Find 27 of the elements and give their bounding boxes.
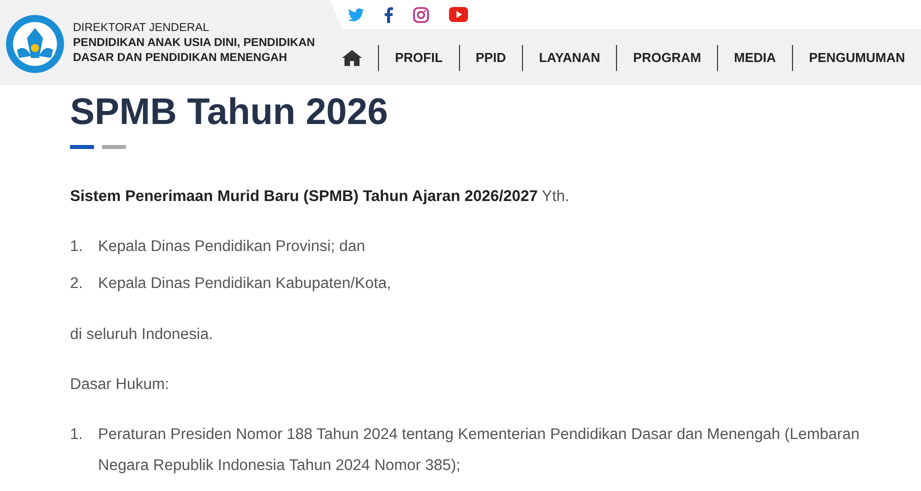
emblem-logo[interactable] [5, 14, 65, 74]
org-name: DIREKTORAT JENDERAL [73, 21, 210, 36]
list-number: 1. [70, 237, 84, 257]
accent-bar [102, 145, 126, 149]
nav-link[interactable]: PPID [458, 45, 522, 71]
paragraph: di seluruh Indonesia. [70, 325, 214, 345]
instagram-icon[interactable] [412, 6, 429, 22]
list-item-text: Kepala Dinas Pendidikan Kabupaten/Kota, [98, 274, 391, 294]
nav-link[interactable]: PROFIL [378, 45, 459, 71]
list-item-text: Kepala Dinas Pendidikan Provinsi; dan [98, 237, 366, 257]
nav-link[interactable]: PENGUMUMAN [792, 45, 921, 71]
home-icon [342, 50, 362, 66]
org-name: DASAR DAN PENDIDIKAN MENENGAH [73, 51, 288, 66]
nav-link[interactable]: MEDIA [717, 45, 792, 71]
list-item-text: Peraturan Presiden Nomor 188 Tahun 2024 tentang Kementerian Pendidikan Dasar dan Menengah (Lembaran Negara Republik Indonesia Tahun 2024 Nomor 385); [98, 425, 860, 476]
page-title: SPMB Tahun 2026 [70, 90, 390, 134]
nav-link[interactable]: PROGRAM [616, 45, 718, 71]
list-number: 1. [70, 425, 84, 445]
facebook-icon[interactable] [384, 6, 393, 22]
list-number: 2. [70, 274, 84, 294]
org-name: PENDIDIKAN ANAK USIA DINI, PENDIDIKAN [73, 36, 315, 51]
paragraph: Sistem Penerimaan Murid Baru (SPMB) Tahun Ajaran 2026/2027 Yth. [70, 187, 570, 207]
nav-link[interactable]: LAYANAN [522, 45, 616, 71]
accent-bar [70, 145, 94, 149]
twitter-icon[interactable] [348, 8, 364, 22]
paragraph: Dasar Hukum: [70, 375, 170, 395]
youtube-icon[interactable] [448, 7, 468, 22]
